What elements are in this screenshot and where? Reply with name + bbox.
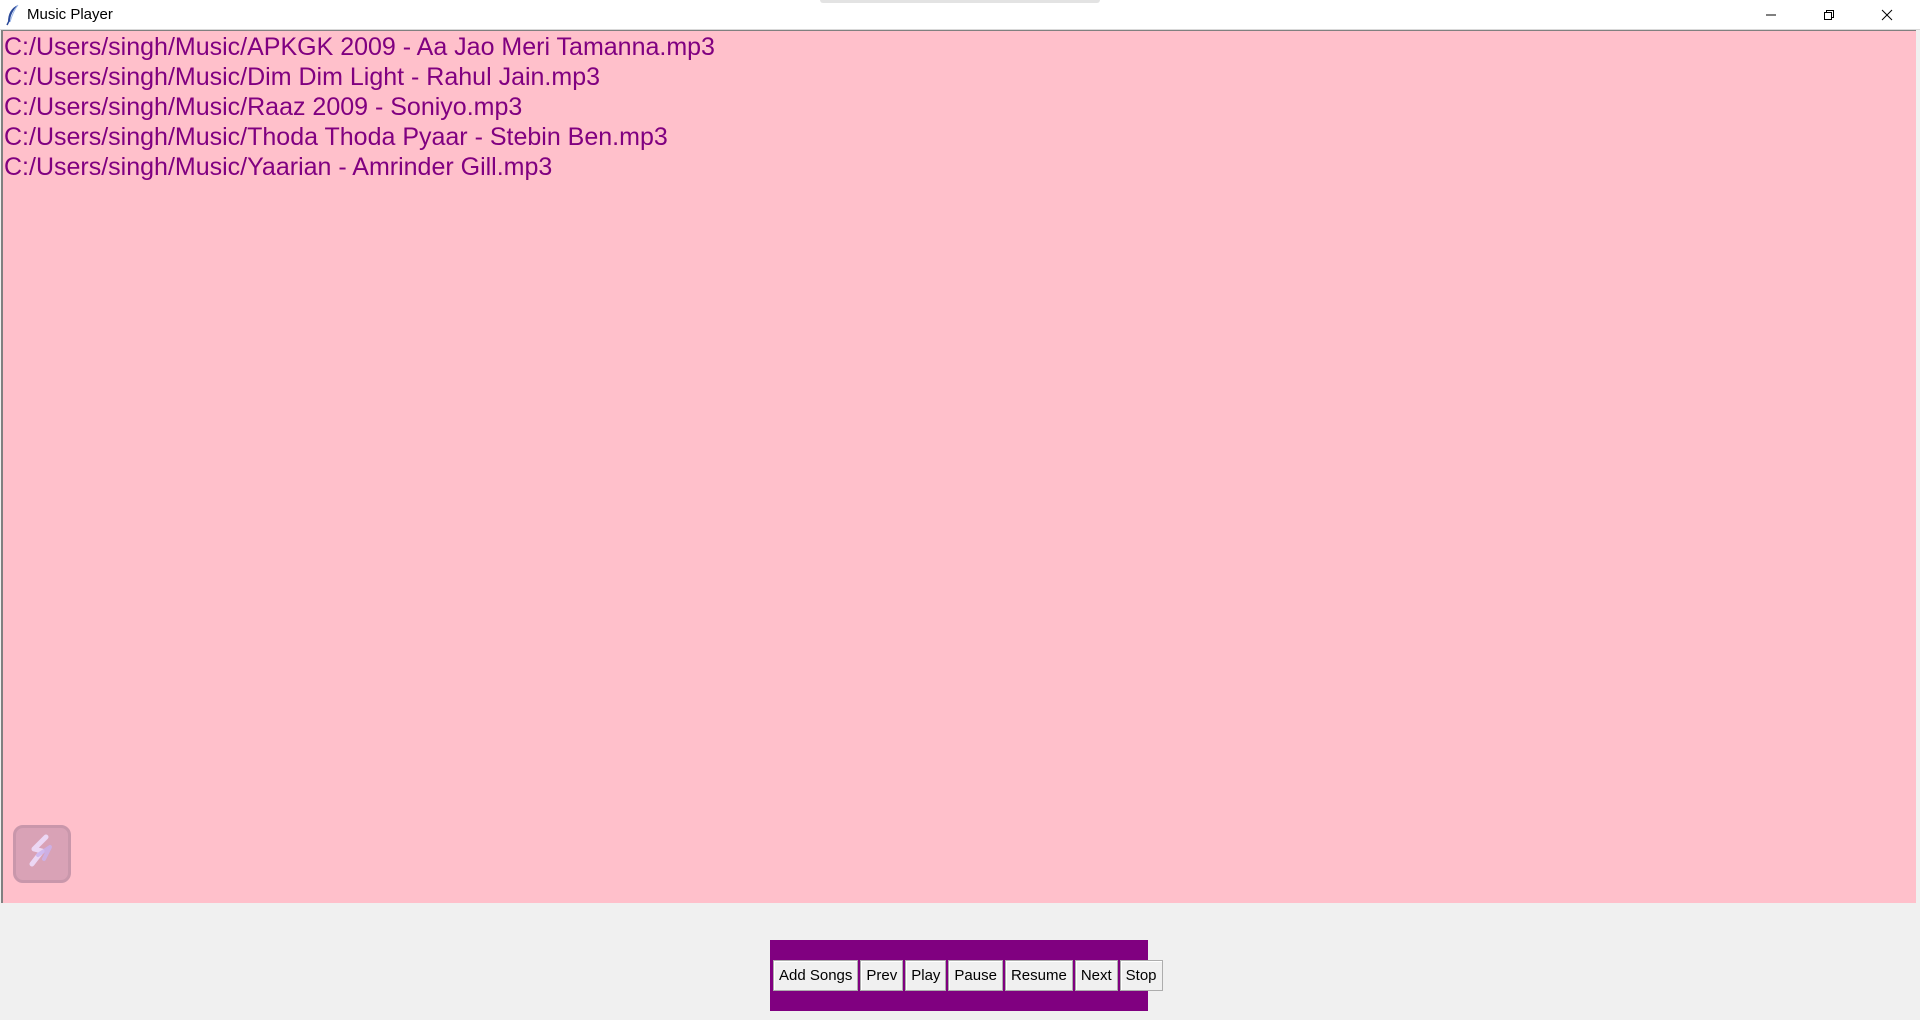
snip-tool-button[interactable] (13, 825, 71, 883)
snip-tool-icon (26, 834, 58, 875)
window-title: Music Player (27, 6, 113, 23)
list-item[interactable]: C:/Users/singh/Music/Thoda Thoda Pyaar -… (3, 122, 1916, 152)
list-item[interactable]: C:/Users/singh/Music/Dim Dim Light - Rah… (3, 62, 1916, 92)
prev-button[interactable]: Prev (860, 960, 904, 991)
feather-icon (5, 4, 21, 26)
title-notch (820, 0, 1100, 3)
close-icon (1881, 9, 1893, 21)
stop-button[interactable]: Stop (1119, 960, 1163, 991)
restore-icon (1823, 9, 1835, 21)
playlist-listbox[interactable]: C:/Users/singh/Music/APKGK 2009 - Aa Jao… (1, 30, 1916, 903)
pause-button[interactable]: Pause (948, 960, 1003, 991)
title-bar[interactable]: Music Player (0, 0, 1920, 30)
next-button[interactable]: Next (1074, 960, 1118, 991)
list-item[interactable]: C:/Users/singh/Music/APKGK 2009 - Aa Jao… (3, 32, 1916, 62)
control-panel: Add Songs Prev Play Pause Resume Next St… (770, 940, 1163, 1011)
add-songs-button[interactable]: Add Songs (773, 960, 859, 991)
resume-button[interactable]: Resume (1004, 960, 1073, 991)
song-list: C:/Users/singh/Music/APKGK 2009 - Aa Jao… (3, 31, 1916, 182)
control-buttons: Add Songs Prev Play Pause Resume Next St… (773, 960, 1163, 991)
minimize-icon (1765, 9, 1777, 21)
minimize-button[interactable] (1742, 0, 1800, 29)
list-item[interactable]: C:/Users/singh/Music/Raaz 2009 - Soniyo.… (3, 92, 1916, 122)
restore-button[interactable] (1800, 0, 1858, 29)
play-button[interactable]: Play (905, 960, 947, 991)
music-player-window: Music Player C:/Users/singh/Music/APKGK … (0, 0, 1920, 1020)
close-button[interactable] (1858, 0, 1916, 29)
list-item[interactable]: C:/Users/singh/Music/Yaarian - Amrinder … (3, 152, 1916, 182)
